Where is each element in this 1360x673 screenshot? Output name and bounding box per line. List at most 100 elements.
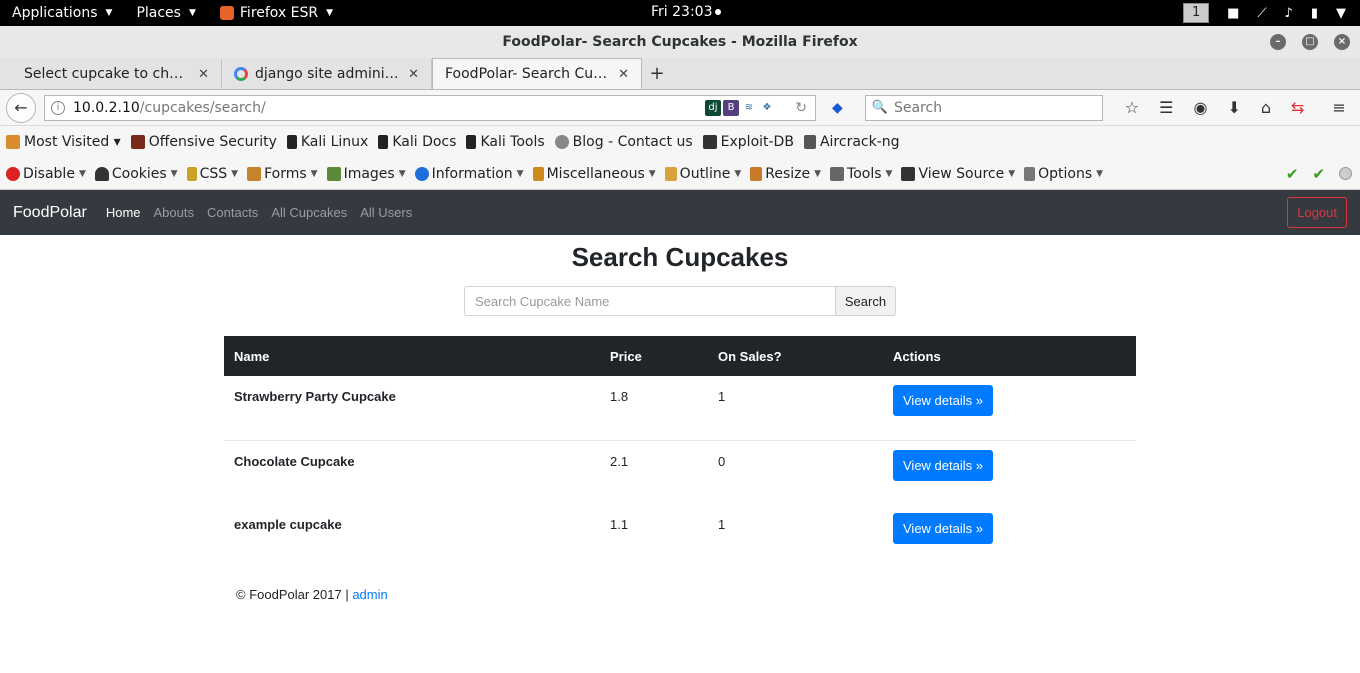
cell-name: Strawberry Party Cupcake — [234, 389, 396, 404]
cookies-icon — [94, 166, 109, 181]
cupcake-search-button[interactable]: Search — [836, 286, 896, 316]
bookmark-kali-linux[interactable]: Kali Linux — [286, 134, 368, 150]
bookmark-star-icon[interactable]: ☆ — [1125, 98, 1139, 117]
caret-down-icon: ▼ — [398, 168, 406, 179]
reload-icon[interactable]: ↻ — [795, 100, 807, 116]
menu-hamburger-icon[interactable]: ≡ — [1332, 98, 1345, 117]
site-info-icon[interactable]: i — [51, 100, 65, 115]
tab-close-icon[interactable]: ✕ — [408, 67, 419, 82]
battery-icon[interactable]: ▮ — [1311, 6, 1318, 21]
pocket-icon[interactable]: ◉ — [1193, 98, 1207, 117]
devtool-css[interactable]: CSS ▼ — [186, 166, 238, 182]
nav-home[interactable]: Home — [106, 205, 141, 220]
resize-icon — [750, 166, 763, 181]
cell-actions: View details » — [883, 504, 1136, 568]
tab-django-admin[interactable]: django site administra... ✕ — [222, 59, 432, 89]
view-details-button[interactable]: View details » — [893, 513, 993, 544]
cell-price: 1.8 — [610, 389, 629, 404]
cell-on-sale: 1 — [718, 389, 726, 404]
maximize-icon[interactable]: □ — [1302, 34, 1318, 50]
devtool-status: ✔ ✔ — [1286, 165, 1352, 183]
bookmark-blog-contact[interactable]: Blog - Contact us — [554, 134, 693, 150]
new-tab-icon[interactable]: + — [642, 59, 672, 89]
js-valid-check-icon[interactable]: ✔ — [1312, 165, 1325, 183]
nav-abouts[interactable]: Abouts — [154, 205, 194, 220]
view-details-button[interactable]: View details » — [893, 385, 993, 416]
render-mode-icon[interactable] — [1339, 167, 1352, 180]
header-price: Price — [600, 336, 708, 376]
back-arrow-icon[interactable]: ← — [6, 92, 36, 123]
devtool-disable[interactable]: Disable ▼ — [6, 166, 86, 182]
home-icon[interactable]: ⌂ — [1261, 98, 1271, 117]
devtool-miscellaneous[interactable]: Miscellaneous ▼ — [532, 166, 656, 182]
devtool-information[interactable]: Information ▼ — [414, 166, 524, 182]
most-visited-icon — [6, 135, 20, 149]
bookmark-most-visited[interactable]: Most Visited ▾ — [6, 134, 121, 150]
css-valid-check-icon[interactable]: ✔ — [1286, 165, 1299, 183]
wappalyzer-icon[interactable]: ◆ — [832, 100, 843, 116]
bookmark-aircrack-ng[interactable]: Aircrack-ng — [803, 134, 900, 150]
information-icon — [414, 166, 429, 181]
django-icon[interactable]: dj — [705, 99, 721, 116]
caret-down-icon: ▼ — [814, 168, 822, 179]
devtool-resize[interactable]: Resize ▼ — [750, 166, 821, 182]
devtool-options[interactable]: Options ▼ — [1024, 166, 1103, 182]
firefox-app-menu[interactable]: Firefox ESR ▼ — [219, 5, 339, 21]
places-menu[interactable]: Places ▼ — [136, 5, 201, 21]
devtool-images[interactable]: Images ▼ — [326, 166, 406, 182]
disable-icon — [6, 166, 20, 181]
table-row: example cupcake 1.1 1 View details » — [224, 504, 1136, 568]
tab-select-cupcake[interactable]: Select cupcake to chang... ✕ — [12, 59, 222, 89]
jquery-icon[interactable]: ≋ — [741, 99, 757, 116]
devtool-outline[interactable]: Outline ▼ — [664, 166, 741, 182]
view-details-button[interactable]: View details » — [893, 449, 993, 481]
nav-all-users[interactable]: All Users — [360, 205, 412, 220]
url-bar[interactable]: i 10.0.2.10/cupcakes/search/ dj B ≋ ❖ ↻ — [44, 94, 816, 121]
bookmark-exploit-db[interactable]: Exploit-DB — [702, 134, 794, 150]
devtool-forms[interactable]: Forms ▼ — [247, 166, 318, 182]
clock[interactable]: Fri 23:03 — [651, 4, 722, 20]
nav-all-cupcakes[interactable]: All Cupcakes — [271, 205, 347, 220]
web-developer-toolbar: Disable ▼ Cookies ▼ CSS ▼ Forms ▼ Images ▼ In… — [0, 158, 1360, 190]
bootstrap-icon[interactable]: B — [723, 99, 739, 116]
minimize-icon[interactable]: – — [1270, 34, 1286, 50]
volume-icon[interactable]: ♪ — [1285, 6, 1293, 21]
caret-down-icon: ▼ — [1008, 168, 1016, 179]
close-window-icon[interactable]: × — [1334, 34, 1350, 50]
tab-search-cupcakes[interactable]: FoodPolar- Search Cupca... ✕ — [432, 58, 642, 89]
power-menu-icon[interactable]: ▼ — [1336, 6, 1346, 21]
reading-list-icon[interactable]: ☰ — [1159, 98, 1173, 117]
python-icon[interactable]: ❖ — [759, 99, 775, 116]
bookmark-offensive-security[interactable]: Offensive Security — [130, 134, 277, 150]
caret-down-icon: ▼ — [105, 8, 113, 18]
devtool-cookies[interactable]: Cookies ▼ — [94, 166, 178, 182]
exploit-db-icon — [702, 135, 717, 149]
search-bar[interactable]: 🔍 Search — [864, 94, 1103, 121]
network-icon[interactable]: ⟋ — [1257, 6, 1266, 21]
page-footer: © FoodPolar 2017 | admin — [236, 587, 1360, 602]
site-brand[interactable]: FoodPolar — [13, 204, 87, 222]
tab-close-icon[interactable]: ✕ — [198, 67, 209, 82]
cell-name: example cupcake — [234, 517, 342, 532]
toolbar-icons: ☆ ☰ ◉ ⬇ ⌂ ⇆ ≡ — [1125, 98, 1346, 117]
options-icon — [1024, 166, 1036, 181]
bookmark-kali-tools[interactable]: Kali Tools — [466, 134, 545, 150]
table-row: Chocolate Cupcake 2.1 0 View details » — [224, 439, 1136, 504]
logout-button[interactable]: Logout — [1287, 197, 1347, 228]
navigation-toolbar: ← i 10.0.2.10/cupcakes/search/ dj B ≋ ❖ … — [0, 90, 1360, 126]
applications-menu[interactable]: Applications ▼ — [12, 5, 118, 21]
cell-actions: View details » — [883, 376, 1136, 440]
bookmark-kali-docs[interactable]: Kali Docs — [378, 134, 456, 150]
footer-admin-link[interactable]: admin — [352, 587, 387, 602]
download-icon[interactable]: ⬇ — [1227, 98, 1240, 117]
caret-down-icon: ▼ — [78, 168, 86, 179]
devtool-tools[interactable]: Tools ▼ — [830, 166, 892, 182]
workspace-indicator[interactable]: 1 — [1183, 3, 1210, 23]
camera-icon[interactable]: ■ — [1227, 6, 1239, 21]
nav-contacts[interactable]: Contacts — [207, 205, 258, 220]
proxy-switch-icon[interactable]: ⇆ — [1291, 98, 1304, 117]
tab-close-icon[interactable]: ✕ — [618, 67, 629, 82]
devtool-view-source[interactable]: View Source ▼ — [901, 166, 1015, 182]
cell-price: 1.1 — [610, 517, 629, 532]
cupcake-search-input[interactable]: Search Cupcake Name — [464, 286, 836, 316]
